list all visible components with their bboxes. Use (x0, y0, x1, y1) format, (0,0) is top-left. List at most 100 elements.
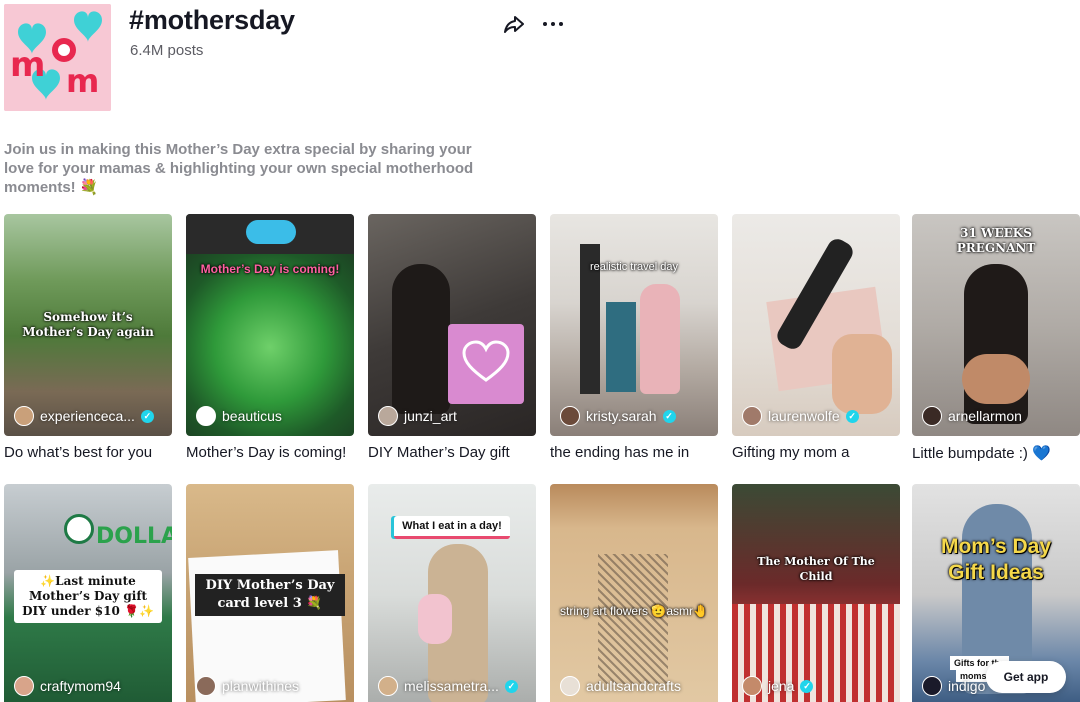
video-overlay-text: Somehow it’s Mother’s Day again (22, 310, 154, 339)
video-caption[interactable]: DIY Mather’s Day gift (368, 444, 536, 461)
video-author[interactable]: arnellarmon (922, 406, 1022, 426)
video-overlay-text: DIY Mother’s Day card level 3 💐 (186, 574, 354, 616)
video-thumbnail[interactable]: Somehow it’s Mother’s Day again experien… (4, 214, 172, 436)
video-author[interactable]: melissametra... ✓ (378, 676, 518, 696)
overlay-label: What I eat in a day! (394, 516, 510, 539)
video-author[interactable]: jena ✓ (742, 676, 814, 696)
video-thumbnail[interactable]: realistic travel day kristy.sarah ✓ (550, 214, 718, 436)
video-thumbnail[interactable]: DIY Mother’s Day card level 3 💐 planwith… (186, 484, 354, 702)
avatar (560, 406, 580, 426)
video-author[interactable]: junzi_art (378, 406, 457, 426)
video-thumbnail[interactable]: 31 WEEKS PREGNANT arnellarmon (912, 214, 1080, 436)
video-thumbnail[interactable]: laurenwolfe ✓ (732, 214, 900, 436)
string-art (598, 554, 668, 684)
verified-icon: ✓ (662, 409, 676, 423)
author-name: jena (768, 678, 795, 694)
more-dot-icon (543, 22, 547, 26)
svg-text:m: m (66, 62, 99, 100)
more-dot-icon (551, 22, 555, 26)
person-silhouette (392, 264, 450, 414)
video-thumbnail[interactable]: The Mother Of The Child jena ✓ (732, 484, 900, 702)
author-name: arnellarmon (948, 408, 1022, 424)
video-card[interactable]: string art flowers 🫡asmr🤚 adultsandcraft… (550, 484, 718, 702)
video-caption[interactable]: Little bumpdate :) 💙 (912, 444, 1080, 462)
verified-icon: ✓ (504, 679, 518, 693)
author-name: adultsandcrafts (586, 678, 681, 694)
hashtag-cover-image: m m (4, 4, 111, 111)
video-author[interactable]: beauticus (196, 406, 282, 426)
video-author[interactable]: craftymom94 (14, 676, 121, 696)
avatar (560, 676, 580, 696)
video-author[interactable]: kristy.sarah ✓ (560, 406, 676, 426)
avatar (14, 676, 34, 696)
video-overlay-text: Mother’s Day is coming! (200, 262, 340, 276)
video-card[interactable]: junzi_art DIY Mather’s Day gift (368, 214, 536, 461)
video-caption[interactable]: Do what’s best for you (4, 444, 172, 461)
author-name: indigo (948, 678, 986, 694)
video-author[interactable]: indigo (922, 676, 985, 696)
author-name: experienceca... (40, 408, 135, 424)
video-card[interactable]: realistic travel day kristy.sarah ✓ the … (550, 214, 718, 461)
avatar (378, 406, 398, 426)
overlay-label: ✨Last minute Mother’s Day gift DIY under… (14, 570, 162, 623)
avatar (742, 406, 762, 426)
video-author[interactable]: laurenwolfe ✓ (742, 406, 859, 426)
baby (418, 594, 452, 644)
video-caption[interactable]: Mother’s Day is coming! (186, 444, 354, 461)
belly (962, 354, 1030, 404)
video-thumbnail[interactable]: junzi_art (368, 214, 536, 436)
video-author[interactable]: planwithines (196, 676, 299, 696)
more-dot-icon (559, 22, 563, 26)
verified-icon: ✓ (800, 679, 814, 693)
author-name: planwithines (222, 678, 300, 694)
avatar (14, 406, 34, 426)
video-card[interactable]: The Mother Of The Child jena ✓ (732, 484, 900, 702)
video-author[interactable]: experienceca... ✓ (14, 406, 154, 426)
share-button[interactable] (502, 12, 526, 36)
video-overlay-text: ✨Last minute Mother’s Day gift DIY under… (4, 570, 172, 623)
video-thumbnail[interactable]: What I eat in a day! melissametra... ✓ (368, 484, 536, 702)
verified-icon: ✓ (140, 409, 154, 423)
author-name: junzi_art (404, 408, 457, 424)
video-caption[interactable]: the ending has me in (550, 444, 718, 461)
author-name: melissametra... (404, 678, 499, 694)
share-icon (504, 16, 524, 33)
avatar (196, 406, 216, 426)
avatar (196, 676, 216, 696)
ribbon-decoration (246, 220, 296, 244)
post-count: 6.4M posts (130, 42, 204, 59)
video-thumbnail[interactable]: string art flowers 🫡asmr🤚 adultsandcraft… (550, 484, 718, 702)
video-card[interactable]: DOLLA ✨Last minute Mother’s Day gift DIY… (4, 484, 172, 702)
store-sign: DOLLA (96, 524, 172, 549)
video-card[interactable]: laurenwolfe ✓ Gifting my mom a (732, 214, 900, 461)
video-thumbnail[interactable]: DOLLA ✨Last minute Mother’s Day gift DIY… (4, 484, 172, 702)
video-card[interactable]: DIY Mother’s Day card level 3 💐 planwith… (186, 484, 354, 702)
video-overlay-text: The Mother Of The Child (757, 555, 875, 583)
clothing-item (606, 302, 636, 392)
hashtag-title: #mothersday (129, 5, 295, 35)
person-silhouette (640, 284, 680, 394)
author-name: craftymom94 (40, 678, 121, 694)
heart-icon (462, 340, 510, 384)
video-overlay-text: 31 WEEKS PREGNANT (956, 226, 1036, 255)
hashtag-description: Join us in making this Mother’s Day extr… (4, 141, 474, 196)
video-card[interactable]: Mother’s Day is coming! beauticus Mother… (186, 214, 354, 461)
video-thumbnail[interactable]: Mother’s Day is coming! beauticus (186, 214, 354, 436)
hashtag-header: m m #mothersday 6.4M posts (0, 0, 1080, 120)
video-card[interactable]: What I eat in a day! melissametra... ✓ (368, 484, 536, 702)
store-logo (64, 514, 94, 544)
svg-text:m: m (10, 45, 45, 85)
video-card[interactable]: 31 WEEKS PREGNANT arnellarmon Little bum… (912, 214, 1080, 462)
video-overlay-text: string art flowers 🫡asmr🤚 (560, 604, 708, 618)
more-options-button[interactable] (540, 12, 566, 36)
avatar (742, 676, 762, 696)
author-name: laurenwolfe (768, 408, 840, 424)
overlay-label: DIY Mother’s Day card level 3 💐 (195, 574, 345, 616)
video-card[interactable]: Somehow it’s Mother’s Day again experien… (4, 214, 172, 461)
video-caption[interactable]: Gifting my mom a (732, 444, 900, 461)
hand (832, 334, 892, 414)
verified-icon: ✓ (845, 409, 859, 423)
get-app-button[interactable]: Get app (986, 661, 1066, 693)
video-overlay-text: What I eat in a day! (368, 516, 536, 539)
video-author[interactable]: adultsandcrafts (560, 676, 681, 696)
